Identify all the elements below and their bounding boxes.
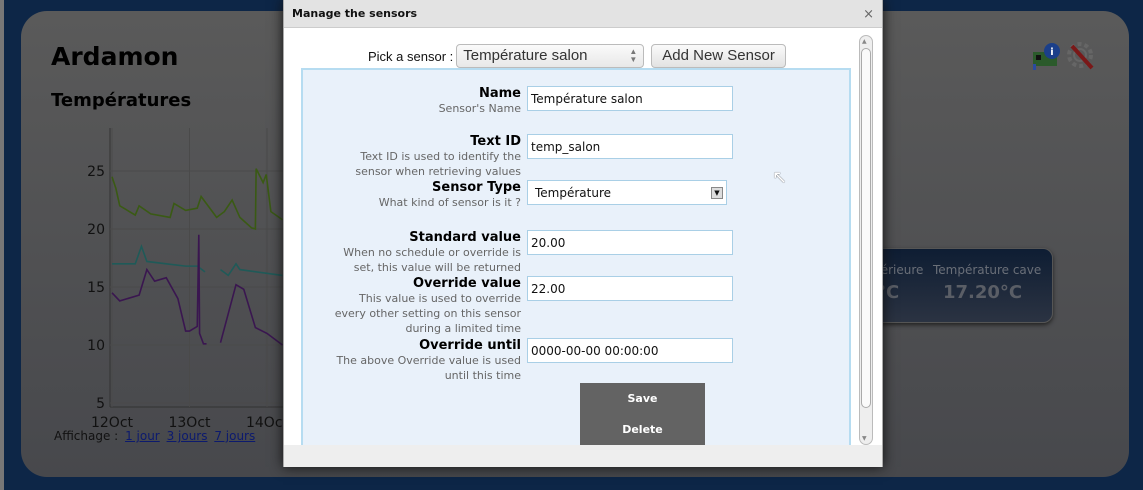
field-label-group: Sensor Type What kind of sensor is it ?	[379, 180, 521, 210]
override-until-description: until this time	[444, 369, 521, 382]
series-line-purple-2	[219, 283, 283, 346]
override-value-input[interactable]: 22.00	[527, 276, 733, 301]
settings-icon[interactable]	[1066, 40, 1096, 72]
text-id-input[interactable]: temp_salon	[527, 134, 733, 159]
series-line-teal-2	[220, 262, 283, 277]
standard-value-label: Standard value	[409, 230, 521, 245]
cellar-temp-label: Température cave	[933, 263, 1042, 277]
override-until-label: Override until	[419, 338, 521, 353]
dropdown-arrow-icon[interactable]: ▼	[711, 187, 723, 199]
delete-button[interactable]: Delete	[580, 414, 705, 445]
dialog-titlebar[interactable]: Manage the sensors ×	[284, 0, 882, 28]
display-range: Affichage : 1 jour 3 jours 7 jours	[54, 429, 255, 443]
field-label-group: Standard value When no schedule or overri…	[343, 230, 521, 275]
display-label: Affichage :	[54, 429, 119, 443]
text-id-description: sensor when retrieving values	[355, 165, 521, 178]
manage-sensors-dialog: Manage the sensors × Pick a sensor : Tem…	[283, 0, 883, 467]
sensor-select[interactable]: Température salon ▲ ▼	[456, 44, 645, 68]
dialog-title: Manage the sensors	[292, 7, 418, 20]
series-line-teal	[112, 244, 206, 273]
temperature-chart: 51015202512Oct 13Oct 14Oct	[87, 128, 290, 430]
scrollbar-thumb[interactable]	[861, 48, 871, 408]
x-tick-label: 12Oct	[91, 415, 134, 430]
svg-text:i: i	[1050, 47, 1053, 58]
y-tick-label: 20	[87, 222, 105, 238]
sensor-select-value: Température salon	[463, 47, 588, 64]
close-icon[interactable]: ×	[863, 7, 874, 22]
override-until-input[interactable]: 0000-00-00 00:00:00	[527, 338, 733, 363]
updown-arrows-icon: ▲ ▼	[629, 47, 638, 64]
override-value-description: This value is used to override	[359, 292, 521, 305]
sensor-type-description: What kind of sensor is it ?	[378, 196, 521, 209]
sensor-picker: Pick a sensor : Température salon ▲ ▼ Add …	[368, 44, 786, 68]
override-value-label: Override value	[412, 276, 521, 291]
override-value-description: during a limited time	[405, 322, 521, 335]
sensor-form: Override until The above Override value i…	[301, 68, 851, 445]
add-new-sensor-button[interactable]: Add New Sensor	[651, 44, 786, 68]
series-line-purple	[111, 234, 207, 345]
field-label-group: Name Sensor's Name	[439, 86, 521, 116]
series-line-green	[111, 168, 283, 231]
name-input[interactable]: Température salon	[527, 86, 733, 111]
text-id-description: Text ID is used to identify the	[360, 150, 521, 163]
field-label-group: Override until The above Override value i…	[336, 338, 521, 383]
text-id-label: Text ID	[470, 134, 521, 149]
y-tick-label: 5	[96, 396, 105, 412]
field-label-group: Text ID Text ID is used to identify the se…	[355, 134, 521, 179]
x-tick-label: 13Oct	[168, 415, 211, 430]
outdoor-temp-label: térieure	[876, 263, 924, 277]
range-7-days-link[interactable]: 7 jours	[214, 429, 255, 443]
dialog-scrollbar[interactable]: ▲ ▼	[859, 35, 873, 445]
range-3-days-link[interactable]: 3 jours	[167, 429, 208, 443]
sensor-type-label: Sensor Type	[432, 180, 521, 195]
field-label-group: Override value This value is used to over…	[335, 276, 521, 336]
dialog-footer	[284, 445, 882, 467]
sensor-readings-card: térieure Température cave °C 17.20°C	[860, 248, 1053, 323]
standard-value-description: set, this value will be returned	[353, 261, 521, 274]
y-tick-label: 10	[87, 338, 105, 354]
sensor-type-value: Température	[535, 186, 612, 200]
range-1-day-link[interactable]: 1 jour	[125, 429, 160, 443]
y-tick-label: 25	[87, 164, 105, 180]
standard-value-description: When no schedule or override is	[343, 246, 521, 259]
pick-sensor-label: Pick a sensor :	[368, 48, 454, 64]
scroll-down-icon[interactable]: ▼	[862, 435, 867, 442]
save-button[interactable]: Save	[580, 383, 705, 414]
standard-value-input[interactable]: 20.00	[527, 230, 733, 255]
mouse-cursor-icon: ↖	[772, 167, 788, 188]
name-label: Name	[478, 86, 521, 101]
hardware-info-icon[interactable]: i	[1032, 40, 1062, 72]
override-until-description: The above Override value is used	[336, 354, 521, 367]
name-description: Sensor's Name	[438, 102, 521, 115]
override-value-description: every other setting on this sensor	[334, 307, 521, 320]
cellar-temp-value: 17.20°C	[943, 282, 1023, 303]
scroll-up-icon[interactable]: ▲	[862, 38, 867, 45]
sensor-type-select[interactable]: Température ▼	[527, 180, 727, 205]
y-tick-label: 15	[87, 280, 105, 296]
